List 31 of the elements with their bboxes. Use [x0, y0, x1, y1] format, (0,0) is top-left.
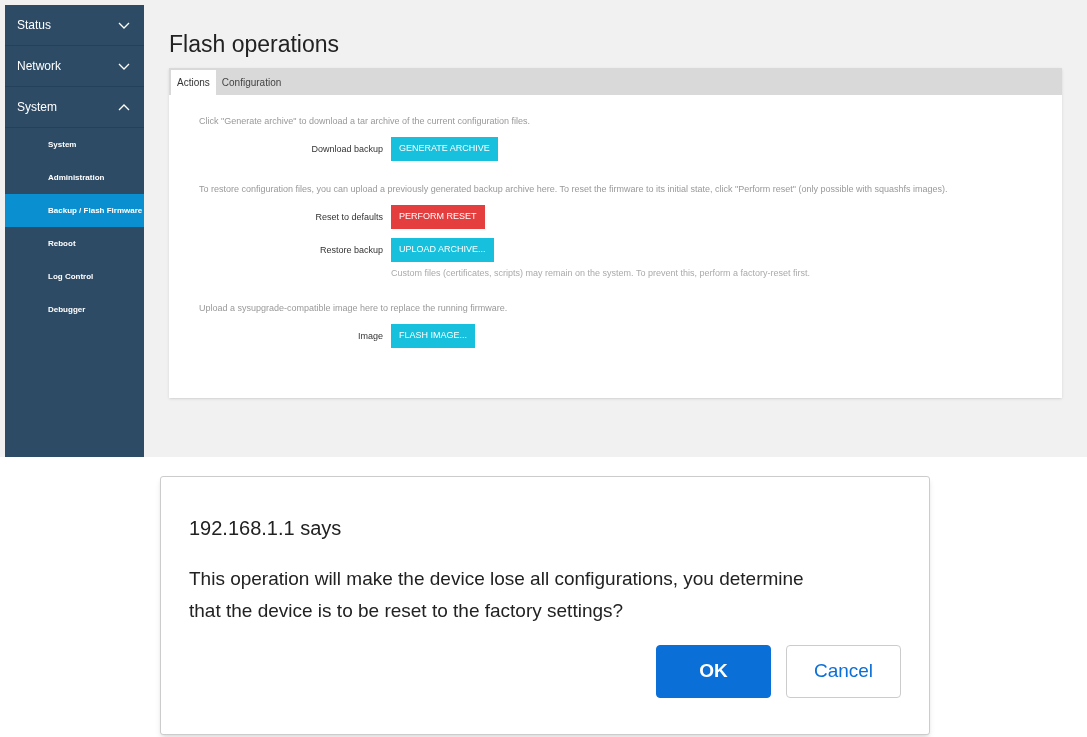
- tab[interactable]: Actions: [171, 69, 216, 95]
- cancel-button[interactable]: Cancel: [786, 645, 901, 698]
- sidebar-item[interactable]: Status: [5, 5, 144, 46]
- chevron-down-icon: [118, 62, 130, 70]
- action-button[interactable]: PERFORM RESET: [391, 204, 485, 229]
- description-text: Click "Generate archive" to download a tar archive of the current configuration files.: [199, 114, 532, 128]
- chevron-down-icon: [118, 21, 130, 29]
- field-label: Reset to defaults: [314, 210, 384, 224]
- dialog-title: 192.168.1.1 says: [189, 516, 343, 541]
- description-text: Upload a sysupgrade-compatible image here to replace the running firmware.: [199, 302, 509, 315]
- note-text: Custom files (certificates, scripts) may remain on the system. To prevent this, perform a factory-reset first.: [391, 266, 810, 280]
- sidebar-item-label: System: [17, 99, 57, 116]
- sidebar-item-label: Network: [17, 58, 61, 75]
- sidebar-subitem[interactable]: Backup / Flash Firmware: [5, 194, 144, 227]
- dialog-message: This operation will make the device lose all configurations, you determine that the device is to be reset to the factory settings?: [189, 567, 805, 623]
- tab[interactable]: Configuration: [215, 69, 288, 95]
- field-label: Restore backup: [318, 243, 384, 257]
- page-title: Flash operations: [169, 30, 341, 59]
- sidebar-item[interactable]: System: [5, 87, 144, 128]
- sidebar-subitem[interactable]: System: [5, 128, 144, 161]
- sidebar-subitem[interactable]: Reboot: [5, 227, 144, 260]
- field-label: Image: [357, 330, 384, 343]
- chevron-up-icon: [118, 103, 130, 111]
- description-text: To restore configuration files, you can upload a previously generated backup archive here. To reset the firmware to its initial state, click "Perform reset" (only possible with squashfs images).: [199, 182, 949, 196]
- sidebar-item[interactable]: Network: [5, 46, 144, 87]
- sidebar-subitem[interactable]: Administration: [5, 161, 144, 194]
- ok-button[interactable]: OK: [656, 645, 771, 698]
- sidebar-subitem[interactable]: Debugger: [5, 293, 144, 326]
- field-label: Download backup: [310, 142, 384, 156]
- sidebar-subitem[interactable]: Log Control: [5, 260, 144, 293]
- sidebar-item-label: Status: [17, 17, 52, 34]
